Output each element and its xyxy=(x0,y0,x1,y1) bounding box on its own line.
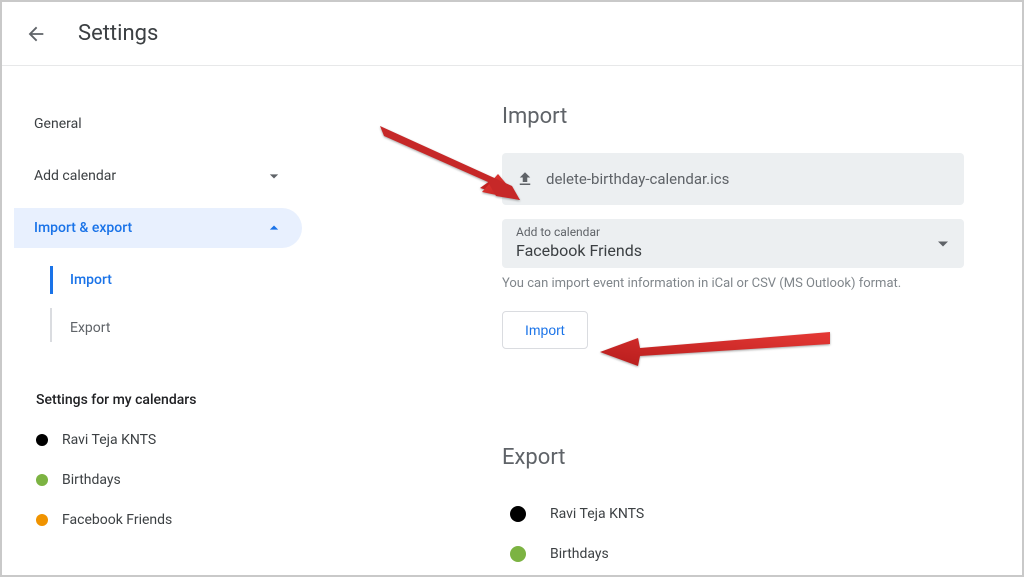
calendar-label: Facebook Friends xyxy=(62,512,172,528)
calendar-color-dot xyxy=(36,434,48,446)
import-file-picker[interactable]: delete-birthday-calendar.ics xyxy=(502,153,964,205)
calendar-label: Ravi Teja KNTS xyxy=(62,432,156,448)
chevron-down-icon xyxy=(264,166,284,186)
add-to-calendar-label: Add to calendar xyxy=(516,225,950,239)
sidebar-calendar-item[interactable]: Facebook Friends xyxy=(14,500,302,540)
calendar-label: Birthdays xyxy=(550,546,609,562)
sidebar-calendar-item[interactable]: Birthdays xyxy=(14,460,302,500)
calendar-color-dot xyxy=(510,546,526,562)
calendar-color-dot xyxy=(510,506,526,522)
back-button[interactable] xyxy=(16,14,56,54)
dropdown-arrow-icon xyxy=(938,241,948,246)
add-to-calendar-select[interactable]: Add to calendar Facebook Friends xyxy=(502,219,964,268)
sidebar-item-import-export[interactable]: Import & export xyxy=(14,208,302,248)
export-section-title: Export xyxy=(502,445,964,470)
sidebar-item-add-calendar[interactable]: Add calendar xyxy=(14,156,302,196)
calendar-label: Birthdays xyxy=(62,472,121,488)
import-button-label: Import xyxy=(525,322,565,338)
add-to-calendar-value: Facebook Friends xyxy=(516,241,950,260)
sidebar-sub-label: Import xyxy=(70,272,112,288)
arrow-left-icon xyxy=(25,23,47,45)
chevron-up-icon xyxy=(264,218,284,238)
calendar-label: Ravi Teja KNTS xyxy=(550,506,644,522)
calendar-color-dot xyxy=(36,474,48,486)
import-button[interactable]: Import xyxy=(502,311,588,349)
sidebar-sub-import[interactable]: Import xyxy=(14,260,302,300)
sidebar-item-general[interactable]: General xyxy=(14,104,302,144)
sidebar-item-label: Add calendar xyxy=(34,168,116,184)
settings-main: Import delete-birthday-calendar.ics Add … xyxy=(302,104,1022,574)
sidebar-item-label: Import & export xyxy=(34,220,132,236)
export-calendar-item: Ravi Teja KNTS xyxy=(502,494,964,534)
export-calendar-item: Birthdays xyxy=(502,534,964,574)
import-file-name: delete-birthday-calendar.ics xyxy=(546,170,729,188)
sidebar-sub-export[interactable]: Export xyxy=(14,308,302,348)
page-title: Settings xyxy=(78,21,158,46)
calendar-color-dot xyxy=(36,514,48,526)
sidebar-section-my-calendars: Settings for my calendars xyxy=(14,356,302,420)
import-hint: You can import event information in iCal… xyxy=(502,276,964,291)
header-bar: Settings xyxy=(2,2,1022,66)
sidebar-calendar-item[interactable]: Ravi Teja KNTS xyxy=(14,420,302,460)
sidebar-item-label: General xyxy=(34,116,82,132)
sidebar-sub-label: Export xyxy=(70,320,110,336)
upload-icon xyxy=(516,170,534,188)
settings-sidebar: General Add calendar Import & export Imp… xyxy=(2,104,302,574)
import-section-title: Import xyxy=(502,104,964,129)
